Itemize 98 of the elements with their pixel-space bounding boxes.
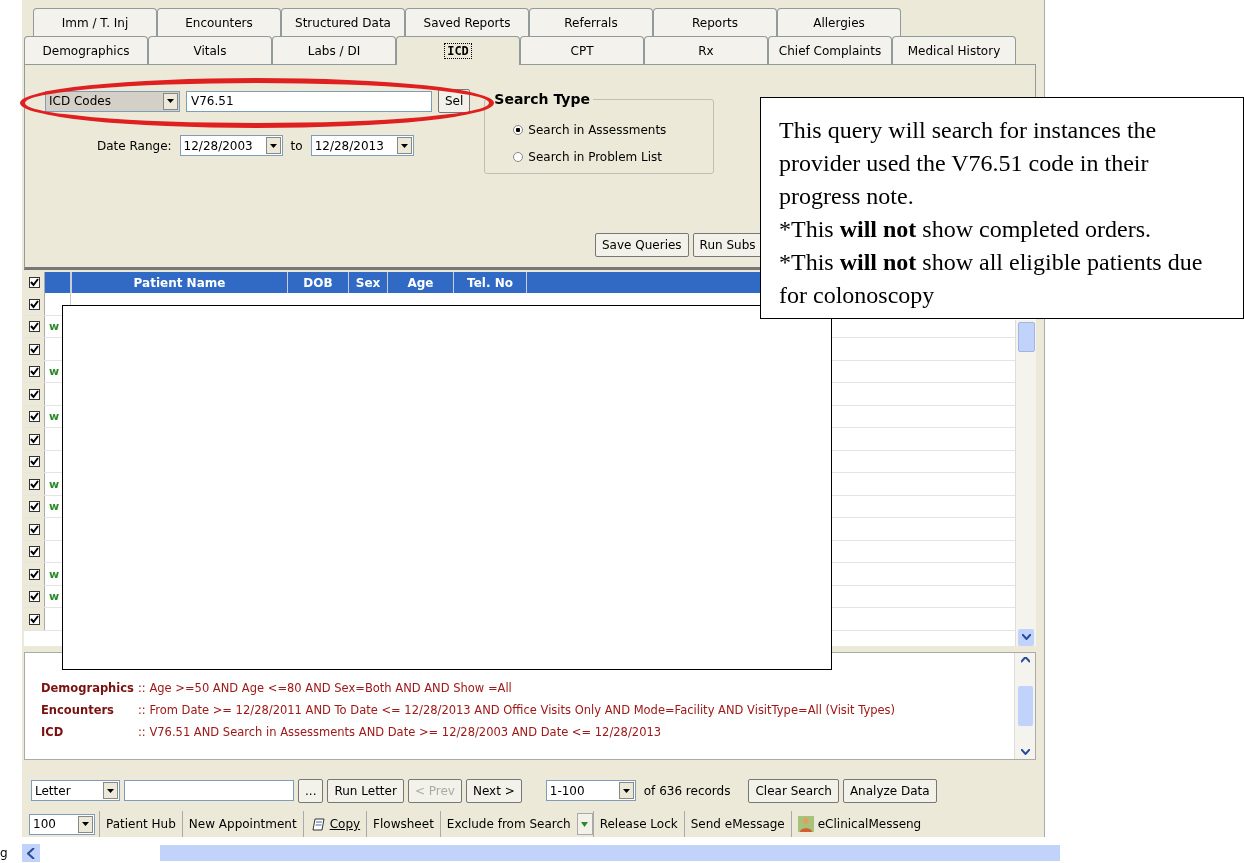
table-cell: w	[49, 410, 60, 423]
toolbar-button[interactable]: Run Letter	[327, 778, 404, 803]
table-cell: w	[49, 500, 60, 513]
row-checkbox[interactable]	[28, 321, 40, 332]
row-checkbox[interactable]	[28, 523, 40, 535]
criteria-text: :: V76.51 AND Search in Assessments AND Date >= 12/28/2003 AND Date <= 12/28/2013	[138, 724, 662, 739]
scroll-thumb[interactable]	[1017, 685, 1033, 726]
code-type-dropdown[interactable]: ICD Codes	[45, 90, 180, 112]
column-header[interactable]: Patient Name	[71, 272, 287, 294]
scroll-thumb[interactable]	[1017, 322, 1035, 353]
tab[interactable]: CPT	[520, 35, 644, 65]
tab[interactable]: Reports	[653, 8, 777, 37]
toolbar-button[interactable]: Flowsheet	[366, 811, 440, 838]
radio-button[interactable]	[513, 124, 524, 135]
row-checkbox[interactable]	[28, 613, 40, 625]
dropdown[interactable]: Letter	[31, 780, 120, 801]
scroll-left-icon[interactable]	[22, 844, 40, 862]
toolbar-button[interactable]: Exclude from Search	[439, 811, 577, 838]
record-count: of 636 records	[643, 783, 731, 798]
dropdown[interactable]: 1-100	[545, 780, 636, 801]
radio-option[interactable]: Search in Assessments	[513, 116, 714, 144]
toolbar-button[interactable]: ...	[298, 778, 324, 803]
row-checkbox[interactable]	[28, 591, 40, 602]
select-all-checkbox[interactable]	[28, 277, 40, 289]
toolbar-button[interactable]: Patient Hub	[99, 811, 182, 838]
radio-option[interactable]: Search in Problem List	[513, 143, 714, 171]
code-input-field[interactable]: V76.51	[186, 90, 432, 112]
row-checkbox[interactable]	[28, 366, 40, 377]
date-from-dropdown[interactable]: 12/28/2003	[179, 135, 283, 157]
edge-text: g	[0, 846, 9, 860]
tab[interactable]: Referrals	[529, 8, 653, 37]
tab[interactable]: Encounters	[157, 8, 281, 37]
copy-button[interactable]: Copy	[302, 811, 367, 838]
tab[interactable]: Rx	[644, 35, 768, 65]
toolbar-button[interactable]: Next >	[465, 778, 522, 803]
row-checkbox[interactable]	[28, 501, 40, 512]
scroll-down-icon[interactable]	[1020, 748, 1030, 755]
callout-text: *This will not show completed orders.	[779, 215, 1152, 244]
tab[interactable]: ICD	[396, 35, 520, 66]
callout-text: *This will not show all eligible patients due for colonoscopy	[779, 248, 1204, 310]
scroll-down-icon[interactable]	[1021, 634, 1031, 641]
criteria-text: :: Age >=50 AND Age <=80 AND Sex=Both AND AND Show =All	[138, 680, 512, 695]
column-header[interactable]: DOB	[287, 272, 348, 294]
criteria-label: ICD	[41, 724, 65, 739]
column-header[interactable]: Tel. No	[453, 272, 526, 294]
callout-text: This query will search for instances the provider used the V76.51 code in their progress note.	[779, 116, 1158, 211]
tab[interactable]: Medical History	[892, 35, 1016, 65]
row-checkbox[interactable]	[28, 298, 40, 310]
group-title: Search Type	[491, 91, 593, 108]
tab[interactable]: Imm / T. Inj	[33, 8, 157, 37]
column-header[interactable]: Age	[387, 272, 453, 294]
scroll-up-icon[interactable]	[1020, 656, 1030, 663]
date-to-dropdown[interactable]: 12/28/2013	[310, 135, 414, 157]
criteria-text: :: From Date >= 12/28/2011 AND To Date <= 12/28/2013 AND Office Visits Only AND Mode=Facility AND VisitType=All (Visit Types)	[138, 702, 896, 717]
copy-icon	[309, 816, 326, 833]
toolbar-button[interactable]: Clear Search	[748, 778, 839, 803]
tab[interactable]: Labs / DI	[272, 35, 396, 65]
tab[interactable]: Structured Data	[281, 8, 405, 37]
row-checkbox[interactable]	[28, 568, 40, 580]
horizontal-scrollbar[interactable]	[160, 845, 1060, 861]
toolbar-button[interactable]: Send eMessage	[683, 811, 791, 838]
table-cell: w	[49, 365, 60, 378]
row-checkbox[interactable]	[28, 343, 40, 355]
messenger-button[interactable]: eClinicalMesseng	[790, 811, 922, 838]
table-cell: w	[49, 477, 60, 491]
to-label: to	[290, 138, 303, 153]
toolbar-button[interactable]: Analyze Data	[842, 778, 937, 803]
tab[interactable]: Chief Complaints	[768, 35, 892, 65]
row-checkbox[interactable]	[28, 411, 40, 422]
toolbar-button[interactable]: New Appointment	[181, 811, 303, 838]
dropdown[interactable]: 100	[29, 813, 95, 835]
tab[interactable]: Demographics	[24, 35, 148, 65]
person-icon	[797, 816, 814, 833]
panel-button[interactable]: Run Subs	[692, 233, 763, 258]
column-header[interactable]: Sex	[348, 272, 387, 294]
tab[interactable]: Saved Reports	[405, 8, 529, 37]
criteria-label: Encounters	[41, 702, 115, 717]
row-checkbox[interactable]	[28, 433, 40, 445]
table-cell: w	[49, 567, 60, 581]
tab[interactable]: Vitals	[148, 35, 272, 65]
table-cell: w	[49, 590, 60, 603]
date-range-label: Date Range:	[97, 138, 172, 153]
criteria-label: Demographics	[41, 680, 135, 695]
radio-button[interactable]	[513, 151, 524, 162]
dropdown-arrow-button[interactable]	[576, 813, 593, 836]
row-checkbox[interactable]	[28, 478, 40, 490]
row-checkbox[interactable]	[28, 388, 40, 400]
caret-icon	[581, 821, 589, 827]
table-cell: w	[49, 320, 60, 333]
select-button[interactable]: Sel	[438, 89, 471, 114]
tab[interactable]: Allergies	[777, 8, 901, 37]
toolbar-button[interactable]: Release Lock	[592, 811, 684, 838]
input-field[interactable]	[124, 780, 294, 801]
row-checkbox[interactable]	[28, 456, 40, 467]
panel-button[interactable]: Save Queries	[595, 233, 689, 258]
row-checkbox[interactable]	[28, 546, 40, 557]
vertical-scrollbar[interactable]	[1014, 652, 1035, 759]
vertical-scrollbar[interactable]	[1015, 320, 1036, 646]
